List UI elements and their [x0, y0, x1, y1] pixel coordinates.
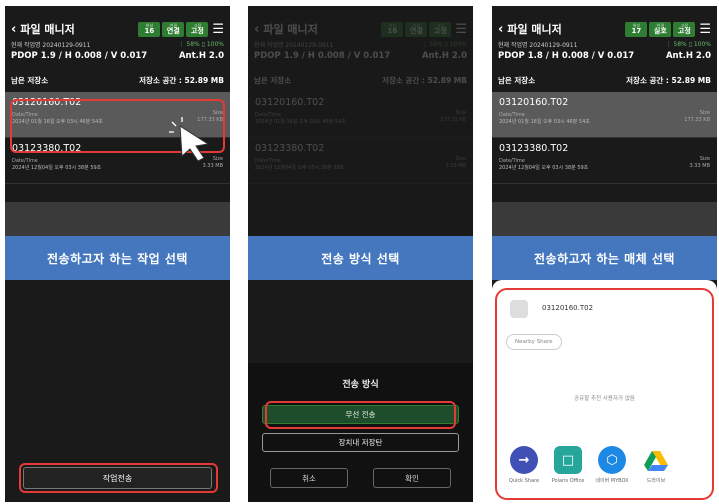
- step-caption: 전송 방식 선택: [248, 236, 473, 280]
- status-bar: [492, 6, 717, 18]
- file-item[interactable]: 03120160.T02 Date/Time 2024년 01월 16일 오후 …: [492, 92, 717, 138]
- menu-icon[interactable]: ☰: [212, 22, 224, 37]
- file-item[interactable]: 03123380.T02 Date/Time 2024년 12월04일 오후 0…: [492, 138, 717, 184]
- wireless-transfer-option[interactable]: 무선 전송: [262, 405, 459, 424]
- share-app-mybox[interactable]: ⬡ 네이버 MYBOX: [590, 446, 634, 485]
- transfer-method-dialog: 전송 방식 무선 전송 장치내 저장탄 취소 확인: [248, 363, 473, 502]
- quick-share-icon: →: [510, 446, 538, 474]
- cancel-button[interactable]: 취소: [270, 468, 348, 488]
- status-bar: [5, 6, 230, 18]
- back-icon[interactable]: ‹: [498, 22, 503, 37]
- step-caption: 전송하고자 하는 작업 선택: [5, 236, 230, 280]
- file-icon: [510, 300, 528, 318]
- send-job-button[interactable]: 작업전송: [23, 467, 212, 489]
- share-sheet: 03120160.T02 Nearby Share 공유할 추천 사용자가 없음…: [492, 280, 717, 502]
- nearby-share-chip[interactable]: Nearby Share: [506, 334, 562, 350]
- fix-mode-badge: 고정고정: [186, 21, 209, 37]
- storage-info: 남은 저장소 저장소 공간 : 52.89 MB: [11, 75, 224, 85]
- phone-screen-select-method: ‹ 파일 매니저 위성16 연결연결 고정고정 ☰ 현재 작업명 2024012…: [248, 6, 473, 502]
- precision-readout: PDOP 1.9 / H 0.008 / V 0.017 Ant.H 2.0: [11, 50, 224, 61]
- fix-mode-badge: 고정고정: [673, 21, 696, 37]
- share-app-quick-share[interactable]: → Quick Share: [502, 446, 546, 485]
- page-title: 파일 매니저: [20, 23, 75, 36]
- connection-badge: 연결연결: [162, 21, 185, 37]
- step-caption: 전송하고자 하는 매체 선택: [492, 236, 717, 280]
- confirm-button[interactable]: 확인: [373, 468, 451, 488]
- connection-badge: 연결 실호: [649, 21, 672, 37]
- tap-cursor-icon: [169, 117, 210, 162]
- phone-screen-select-media: ‹ 파일 매니저 위성 17 연결 실호 고정 고정 ☰ 현재 작업명 2024012…: [492, 6, 717, 502]
- polaris-office-icon: □: [554, 446, 582, 474]
- menu-icon[interactable]: ☰: [699, 22, 711, 37]
- back-icon[interactable]: ‹: [11, 22, 16, 37]
- google-drive-icon: [644, 451, 668, 471]
- dim-overlay: [248, 6, 473, 236]
- device-storage-option[interactable]: 장치내 저장탄: [262, 433, 459, 452]
- shared-file-name: 03120160.T02: [542, 304, 594, 312]
- phone-screen-select-job: ‹ 파일 매니저 위성 16 연결 연결 고정 고정 ☰ 현재 작업명 2024012…: [5, 6, 230, 502]
- app-header: ‹ 파일 매니저 위성16 연결연결 고정고정 ☰: [5, 18, 230, 40]
- satellite-badge: 위성 17: [625, 21, 648, 37]
- satellite-badge: 위성16: [138, 21, 161, 37]
- no-recommendations-text: 공유할 추천 사용자가 없음: [574, 396, 635, 402]
- dialog-title: 전송 방식: [342, 380, 379, 390]
- app-header: ‹ 파일 매니저 위성 17 연결 실호 고정 고정 ☰: [498, 21, 711, 37]
- current-job: 현재 작업명 20240129-0911 ⋮ 58% ▯ 100%: [11, 41, 224, 49]
- share-app-google-drive[interactable]: 드라이브: [634, 446, 678, 485]
- mybox-icon: ⬡: [598, 446, 626, 474]
- share-app-row: → Quick Share □ Polaris Office ⬡ 네이버 MYB…: [502, 446, 678, 485]
- share-app-polaris-office[interactable]: □ Polaris Office: [546, 446, 590, 485]
